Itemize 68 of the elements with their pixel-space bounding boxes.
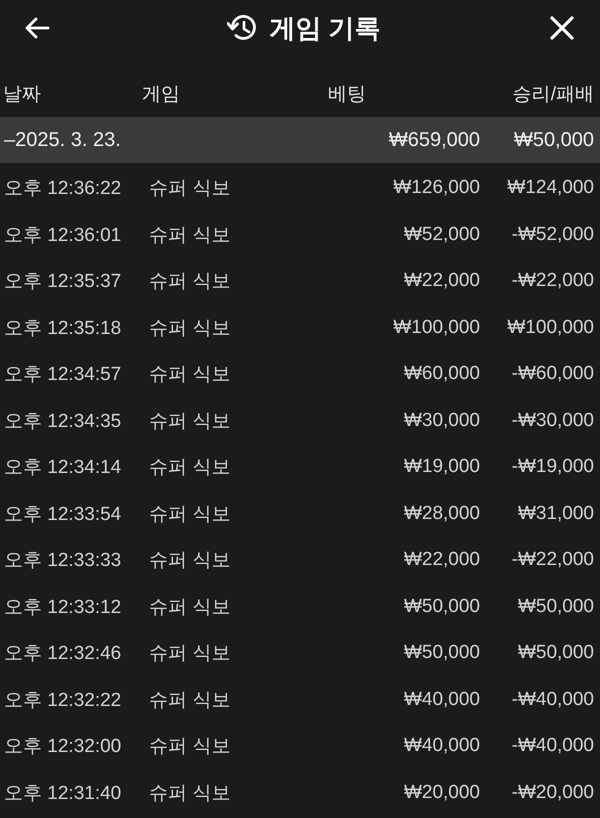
result-cell-text: ₩31,000 — [516, 502, 594, 525]
time-cell-text: 오후 12:35:37 — [4, 270, 122, 294]
date-group-row[interactable]: –2025. 3. 23. ₩659,000 ₩50,000 — [0, 117, 600, 163]
bet-cell: ₩22,000 — [404, 549, 480, 572]
close-icon — [550, 16, 574, 40]
time-cell-text: 오후 12:33:12 — [4, 596, 122, 620]
game-cell-text: 슈퍼 식보 — [149, 224, 232, 248]
time-cell-text: 오후 12:33:33 — [4, 549, 122, 574]
time-cell-text: 오후 12:32:00 — [4, 735, 122, 760]
bet-cell: ₩19,000 — [404, 456, 480, 478]
column-header: 승리/패배 — [512, 83, 594, 107]
time-cell-text: 오후 12:33:54 — [4, 502, 122, 527]
column-header: 날짜 — [3, 83, 42, 107]
total-bet: ₩659,000 — [388, 128, 480, 152]
game-cell-text: 슈퍼 식보 — [149, 363, 232, 388]
bet-cell: ₩28,000 — [404, 502, 480, 525]
bet-cell: ₩52,000 — [404, 224, 480, 246]
time-cell-text: 오후 12:36:01 — [4, 224, 122, 248]
bet-cell: ₩20,000 — [404, 782, 480, 804]
time-cell-text: 오후 12:32:22 — [4, 688, 122, 713]
bet-cell: ₩50,000 — [404, 642, 480, 664]
game-cell-text: 슈퍼 식보 — [149, 549, 232, 574]
result-cell-text: -₩60,000 — [510, 363, 594, 386]
game-cell-text: 슈퍼 식보 — [149, 270, 232, 294]
result-cell-text: ₩50,000 — [516, 596, 594, 618]
total-result: ₩50,000 — [512, 128, 594, 152]
game-cell-text: 슈퍼 식보 — [149, 688, 232, 713]
result-cell-text: -₩40,000 — [510, 735, 594, 758]
result-cell-text: -₩22,000 — [510, 549, 594, 572]
time-cell-text: 오후 12:36:22 — [4, 177, 122, 202]
bet-cell: ₩22,000 — [404, 270, 480, 292]
game-cell-text: 슈퍼 식보 — [149, 177, 232, 202]
bet-cell: ₩100,000 — [393, 316, 480, 339]
time-cell-text: 오후 12:34:35 — [4, 410, 122, 434]
game-cell-text: 슈퍼 식보 — [149, 410, 232, 434]
group-date: –2025. 3. 23. — [4, 128, 122, 152]
result-cell-text: ₩124,000 — [506, 177, 594, 200]
bet-cell: ₩50,000 — [404, 596, 480, 618]
history-icon — [227, 14, 258, 42]
game-cell-text: 슈퍼 식보 — [149, 642, 232, 666]
result-cell-text: -₩22,000 — [510, 270, 594, 292]
result-cell-text: -₩52,000 — [510, 224, 594, 246]
time-cell-text: 오후 12:31:40 — [4, 782, 122, 806]
time-cell-text: 오후 12:32:46 — [4, 642, 122, 666]
bet-cell: ₩60,000 — [404, 363, 480, 386]
game-cell-text: 슈퍼 식보 — [149, 596, 232, 620]
time-cell-text: 오후 12:35:18 — [4, 316, 122, 341]
column-header: 베팅 — [328, 83, 366, 107]
column-header: 게임 — [142, 83, 181, 107]
bet-cell: ₩40,000 — [404, 688, 480, 711]
game-cell-text: 슈퍼 식보 — [149, 456, 232, 480]
result-cell-text: ₩100,000 — [506, 316, 594, 339]
screen-title: 게임 기록 — [269, 12, 381, 44]
result-cell-text: -₩30,000 — [510, 410, 594, 432]
time-cell-text: 오후 12:34:57 — [4, 363, 122, 388]
game-cell-text: 슈퍼 식보 — [149, 316, 232, 341]
result-cell-text: -₩19,000 — [510, 456, 594, 478]
bet-cell: ₩126,000 — [393, 177, 480, 200]
result-cell-text: -₩20,000 — [510, 782, 594, 804]
time-cell-text: 오후 12:34:14 — [4, 456, 122, 480]
bet-cell: ₩40,000 — [404, 735, 480, 758]
bet-cell: ₩30,000 — [404, 410, 480, 432]
game-cell-text: 슈퍼 식보 — [149, 502, 232, 527]
back-arrow-icon — [24, 17, 50, 39]
game-cell-text: 슈퍼 식보 — [149, 782, 232, 806]
result-cell-text: -₩40,000 — [510, 688, 594, 711]
game-cell-text: 슈퍼 식보 — [149, 735, 232, 760]
result-cell-text: ₩50,000 — [516, 642, 594, 664]
